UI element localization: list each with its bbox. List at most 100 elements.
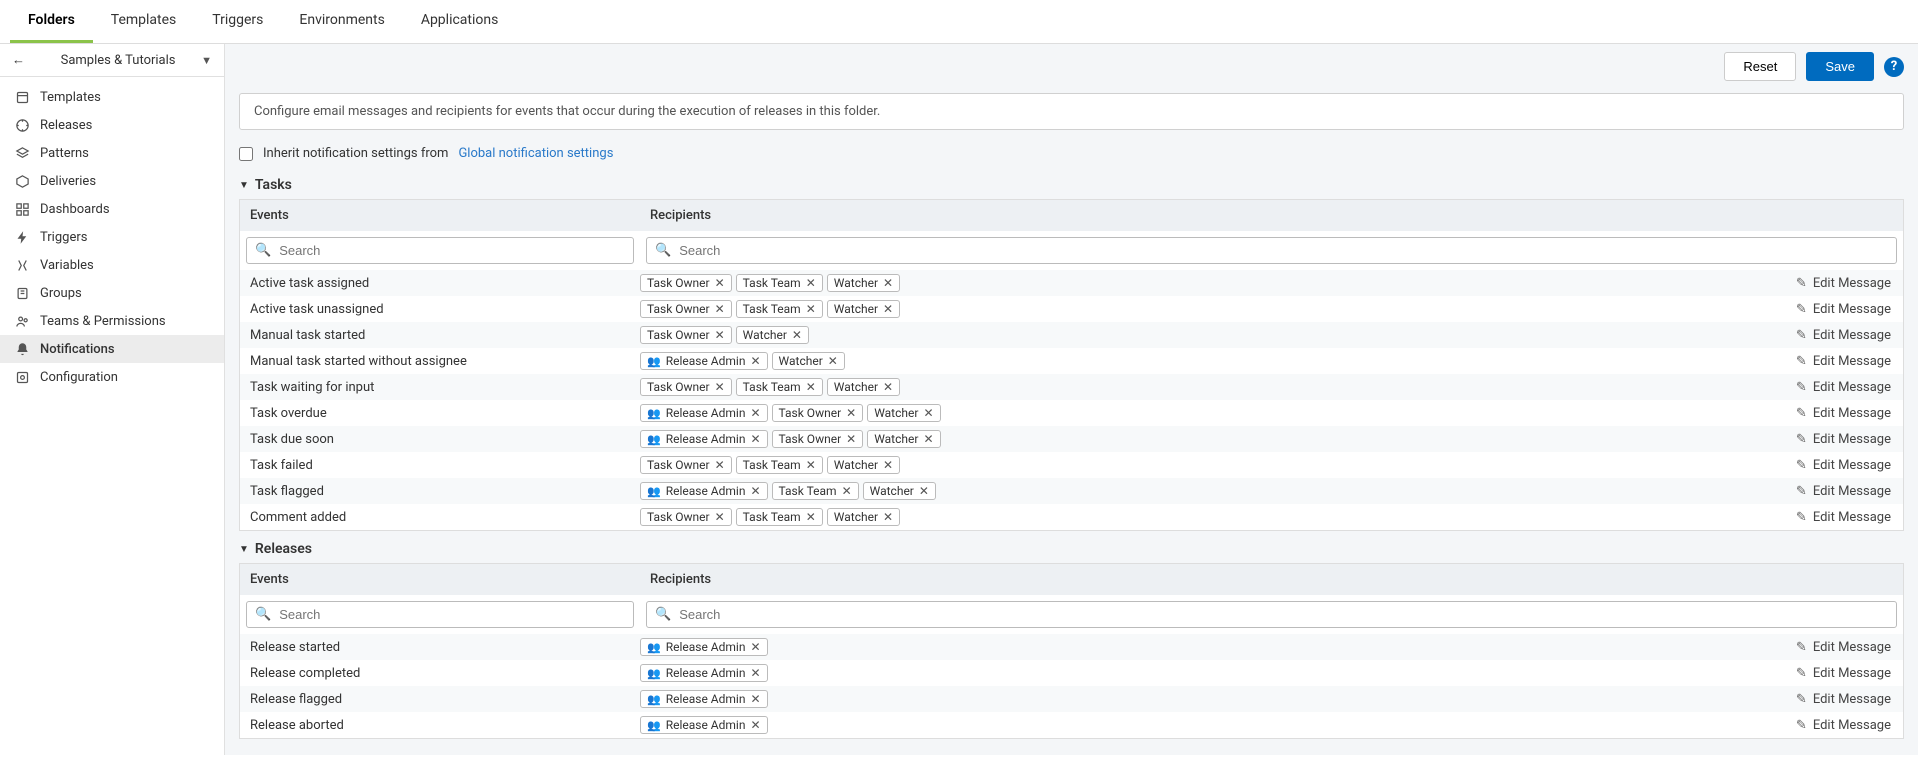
recipients-search[interactable]: 🔍	[646, 237, 1897, 264]
remove-tag-icon[interactable]: ✕	[806, 458, 816, 472]
section-header-releases[interactable]: ▼Releases	[239, 541, 1904, 557]
sidebar-item-groups[interactable]: Groups	[0, 279, 224, 307]
recipients-search-input[interactable]	[675, 241, 1888, 260]
edit-message-button[interactable]: ✎Edit Message	[1796, 484, 1897, 499]
recipients-cell[interactable]: Task Owner✕Task Team✕Watcher✕	[640, 376, 1796, 398]
recipient-tag[interactable]: 👥Release Admin✕	[640, 404, 768, 422]
remove-tag-icon[interactable]: ✕	[750, 484, 760, 498]
remove-tag-icon[interactable]: ✕	[750, 640, 760, 654]
sidebar-item-teams-permissions[interactable]: Teams & Permissions	[0, 307, 224, 335]
recipients-cell[interactable]: 👥Release Admin✕Task Team✕Watcher✕	[640, 480, 1796, 502]
remove-tag-icon[interactable]: ✕	[923, 406, 933, 420]
remove-tag-icon[interactable]: ✕	[828, 354, 838, 368]
recipient-tag[interactable]: Task Team✕	[772, 482, 859, 500]
recipient-tag[interactable]: Task Owner✕	[772, 404, 864, 422]
top-tab-environments[interactable]: Environments	[281, 0, 402, 43]
recipient-tag[interactable]: 👥Release Admin✕	[640, 638, 768, 656]
remove-tag-icon[interactable]: ✕	[842, 484, 852, 498]
recipients-cell[interactable]: Task Owner✕Task Team✕Watcher✕	[640, 298, 1796, 320]
recipients-cell[interactable]: 👥Release Admin✕Task Owner✕Watcher✕	[640, 402, 1796, 424]
remove-tag-icon[interactable]: ✕	[750, 666, 760, 680]
sidebar-item-patterns[interactable]: Patterns	[0, 139, 224, 167]
recipient-tag[interactable]: 👥Release Admin✕	[640, 664, 768, 682]
recipient-tag[interactable]: 👥Release Admin✕	[640, 352, 768, 370]
events-search[interactable]: 🔍	[246, 237, 634, 264]
recipients-cell[interactable]: 👥Release Admin✕Watcher✕	[640, 350, 1796, 372]
sidebar-item-dashboards[interactable]: Dashboards	[0, 195, 224, 223]
recipient-tag[interactable]: Watcher✕	[827, 378, 900, 396]
recipient-tag[interactable]: Task Owner✕	[640, 456, 732, 474]
sidebar-item-templates[interactable]: Templates	[0, 83, 224, 111]
recipient-tag[interactable]: Task Owner✕	[640, 378, 732, 396]
recipients-cell[interactable]: Task Owner✕Task Team✕Watcher✕	[640, 272, 1796, 294]
sidebar-item-variables[interactable]: Variables	[0, 251, 224, 279]
recipient-tag[interactable]: 👥Release Admin✕	[640, 716, 768, 734]
recipient-tag[interactable]: Task Owner✕	[640, 274, 732, 292]
remove-tag-icon[interactable]: ✕	[846, 406, 856, 420]
recipient-tag[interactable]: Watcher✕	[827, 300, 900, 318]
top-tab-templates[interactable]: Templates	[93, 0, 195, 43]
recipients-cell[interactable]: 👥Release Admin✕	[640, 636, 1796, 658]
edit-message-button[interactable]: ✎Edit Message	[1796, 380, 1897, 395]
recipient-tag[interactable]: Task Team✕	[736, 456, 823, 474]
remove-tag-icon[interactable]: ✕	[883, 458, 893, 472]
remove-tag-icon[interactable]: ✕	[923, 432, 933, 446]
remove-tag-icon[interactable]: ✕	[792, 328, 802, 342]
edit-message-button[interactable]: ✎Edit Message	[1796, 718, 1897, 733]
recipient-tag[interactable]: Task Owner✕	[640, 508, 732, 526]
sidebar-item-notifications[interactable]: Notifications	[0, 335, 224, 363]
sidebar-item-configuration[interactable]: Configuration	[0, 363, 224, 391]
recipient-tag[interactable]: Watcher✕	[863, 482, 936, 500]
remove-tag-icon[interactable]: ✕	[750, 718, 760, 732]
recipient-tag[interactable]: Task Owner✕	[640, 300, 732, 318]
remove-tag-icon[interactable]: ✕	[883, 276, 893, 290]
events-search-input[interactable]	[275, 605, 625, 624]
recipient-tag[interactable]: Task Team✕	[736, 378, 823, 396]
recipient-tag[interactable]: Watcher✕	[867, 404, 940, 422]
remove-tag-icon[interactable]: ✕	[806, 380, 816, 394]
edit-message-button[interactable]: ✎Edit Message	[1796, 666, 1897, 681]
section-header-tasks[interactable]: ▼Tasks	[239, 177, 1904, 193]
help-icon[interactable]: ?	[1884, 57, 1904, 77]
back-arrow-icon[interactable]: ←	[12, 52, 25, 68]
edit-message-button[interactable]: ✎Edit Message	[1796, 328, 1897, 343]
remove-tag-icon[interactable]: ✕	[715, 302, 725, 316]
edit-message-button[interactable]: ✎Edit Message	[1796, 458, 1897, 473]
remove-tag-icon[interactable]: ✕	[750, 354, 760, 368]
remove-tag-icon[interactable]: ✕	[883, 380, 893, 394]
remove-tag-icon[interactable]: ✕	[715, 328, 725, 342]
recipient-tag[interactable]: Task Team✕	[736, 274, 823, 292]
recipient-tag[interactable]: Task Owner✕	[772, 430, 864, 448]
remove-tag-icon[interactable]: ✕	[919, 484, 929, 498]
chevron-down-icon[interactable]: ▼	[201, 54, 212, 67]
recipient-tag[interactable]: Watcher✕	[772, 352, 845, 370]
remove-tag-icon[interactable]: ✕	[806, 276, 816, 290]
remove-tag-icon[interactable]: ✕	[715, 458, 725, 472]
edit-message-button[interactable]: ✎Edit Message	[1796, 276, 1897, 291]
remove-tag-icon[interactable]: ✕	[715, 510, 725, 524]
events-search-input[interactable]	[275, 241, 625, 260]
remove-tag-icon[interactable]: ✕	[883, 302, 893, 316]
recipient-tag[interactable]: Watcher✕	[827, 274, 900, 292]
recipient-tag[interactable]: Watcher✕	[827, 456, 900, 474]
remove-tag-icon[interactable]: ✕	[806, 302, 816, 316]
top-tab-triggers[interactable]: Triggers	[194, 0, 281, 43]
remove-tag-icon[interactable]: ✕	[806, 510, 816, 524]
sidebar-item-releases[interactable]: Releases	[0, 111, 224, 139]
recipient-tag[interactable]: Watcher✕	[736, 326, 809, 344]
recipients-cell[interactable]: 👥Release Admin✕	[640, 714, 1796, 736]
remove-tag-icon[interactable]: ✕	[750, 406, 760, 420]
top-tab-applications[interactable]: Applications	[403, 0, 517, 43]
recipient-tag[interactable]: Watcher✕	[867, 430, 940, 448]
recipients-cell[interactable]: 👥Release Admin✕	[640, 662, 1796, 684]
recipient-tag[interactable]: Task Team✕	[736, 300, 823, 318]
global-settings-link[interactable]: Global notification settings	[458, 146, 613, 161]
edit-message-button[interactable]: ✎Edit Message	[1796, 510, 1897, 525]
recipients-cell[interactable]: 👥Release Admin✕Task Owner✕Watcher✕	[640, 428, 1796, 450]
edit-message-button[interactable]: ✎Edit Message	[1796, 692, 1897, 707]
save-button[interactable]: Save	[1806, 52, 1874, 81]
remove-tag-icon[interactable]: ✕	[750, 692, 760, 706]
breadcrumb-title[interactable]: Samples & Tutorials	[35, 53, 201, 68]
recipient-tag[interactable]: 👥Release Admin✕	[640, 430, 768, 448]
inherit-checkbox[interactable]	[239, 147, 253, 161]
